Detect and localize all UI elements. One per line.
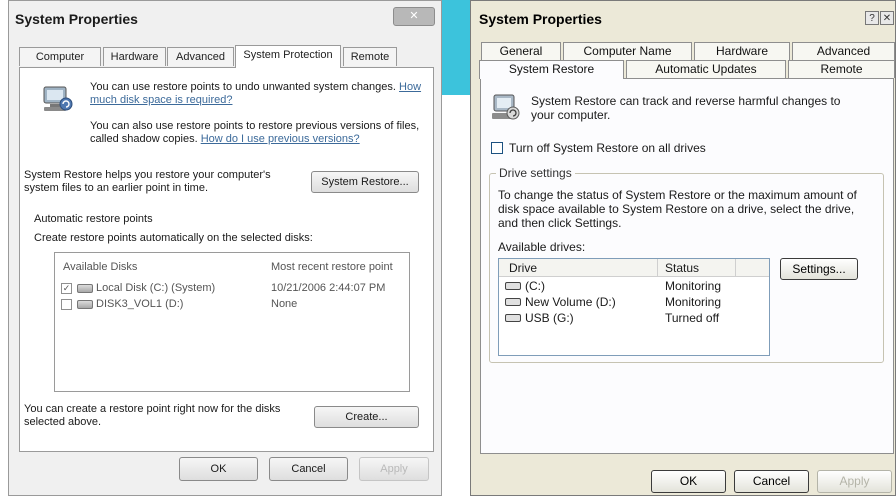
tab-general[interactable]: General: [481, 42, 561, 60]
drive-icon: [77, 300, 93, 309]
cancel-button[interactable]: Cancel: [734, 470, 809, 493]
tab-remote[interactable]: Remote: [788, 60, 895, 78]
system-protection-panel: You can use restore points to undo unwan…: [19, 67, 434, 452]
xp-system-properties-window: System Properties ? ✕ General Computer N…: [470, 0, 896, 496]
drive-name: New Volume (D:): [525, 295, 616, 309]
drive-icon: [77, 284, 93, 293]
close-button[interactable]: ✕: [880, 11, 894, 25]
drive-name: USB (G:): [525, 311, 574, 325]
window-title: System Properties: [15, 11, 138, 27]
turn-off-label: Turn off System Restore on all drives: [509, 141, 706, 155]
tab-system-restore[interactable]: System Restore: [479, 60, 624, 79]
disk-name: DISK3_VOL1 (D:): [96, 298, 184, 310]
apply-button[interactable]: Apply: [359, 457, 429, 481]
help-button[interactable]: ?: [865, 11, 879, 25]
intro-text: You can use restore points to undo unwan…: [90, 81, 396, 93]
available-drives-list[interactable]: Drive Status (C:) Monitoring New Volume …: [498, 258, 770, 356]
column-header-available-disks[interactable]: Available Disks: [63, 261, 137, 273]
drive-settings-group: Drive settings To change the status of S…: [489, 166, 884, 363]
disk-name: Local Disk (C:) (System): [96, 282, 216, 294]
tab-hardware[interactable]: Hardware: [694, 42, 790, 60]
system-restore-button[interactable]: System Restore...: [311, 171, 419, 193]
settings-button[interactable]: Settings...: [780, 258, 858, 280]
tab-computer-name[interactable]: Computer Name: [563, 42, 692, 60]
tab-automatic-updates[interactable]: Automatic Updates: [626, 60, 786, 78]
drive-name: (C:): [525, 279, 545, 293]
drive-row[interactable]: New Volume (D:) Monitoring: [503, 295, 765, 310]
vista-system-properties-window: System Properties ✕ Computer Name Hardwa…: [8, 0, 442, 496]
intro-text: System Restore can track and reverse har…: [531, 94, 841, 122]
tab-computer-name[interactable]: Computer Name: [19, 47, 101, 82]
drive-icon: [505, 298, 521, 306]
system-restore-icon: [40, 84, 74, 114]
intro-paragraph: You can use restore points to undo unwan…: [90, 81, 426, 107]
previous-versions-link[interactable]: How do I use previous versions?: [201, 133, 360, 145]
disk-checkbox[interactable]: [61, 299, 72, 310]
auto-restore-description: Create restore points automatically on t…: [34, 232, 313, 244]
disk-restore-point: 10/21/2006 2:44:07 PM: [271, 282, 386, 294]
disk-checkbox[interactable]: ✓: [61, 283, 72, 294]
disk-restore-point: None: [271, 298, 298, 310]
close-button[interactable]: ✕: [393, 7, 435, 26]
drive-status: Turned off: [665, 311, 720, 325]
ok-button[interactable]: OK: [651, 470, 726, 493]
window-title: System Properties: [479, 11, 602, 27]
tab-remote[interactable]: Remote: [343, 47, 397, 66]
drive-row[interactable]: (C:) Monitoring: [503, 279, 765, 294]
drive-status: Monitoring: [665, 295, 722, 309]
disk-row[interactable]: DISK3_VOL1 (D:) None: [61, 297, 403, 313]
column-header-status[interactable]: Status: [665, 261, 699, 275]
apply-button[interactable]: Apply: [817, 470, 892, 493]
tab-system-protection[interactable]: System Protection: [235, 45, 341, 68]
drive-status: Monitoring: [665, 279, 722, 293]
system-restore-description: System Restore helps you restore your co…: [24, 169, 271, 194]
column-header-drive[interactable]: Drive: [509, 261, 537, 275]
auto-restore-heading: Automatic restore points: [34, 213, 153, 225]
cancel-button[interactable]: Cancel: [269, 457, 348, 481]
shadow-paragraph: You can also use restore points to resto…: [90, 120, 426, 146]
turn-off-checkbox[interactable]: [491, 142, 503, 154]
system-restore-panel: System Restore can track and reverse har…: [480, 78, 894, 454]
drive-list-header: Drive Status: [499, 259, 769, 277]
column-header-restore-point[interactable]: Most recent restore point: [271, 261, 393, 273]
disk-row[interactable]: ✓ Local Disk (C:) (System) 10/21/2006 2:…: [61, 281, 403, 297]
column-divider: [657, 259, 658, 276]
available-disks-list[interactable]: Available Disks Most recent restore poin…: [54, 252, 410, 392]
drive-settings-label: Drive settings: [496, 166, 575, 180]
tab-advanced[interactable]: Advanced: [167, 47, 234, 66]
tab-advanced[interactable]: Advanced: [792, 42, 895, 60]
system-restore-icon: [489, 91, 523, 125]
tab-hardware[interactable]: Hardware: [103, 47, 166, 66]
column-divider: [735, 259, 736, 276]
drive-icon: [505, 314, 521, 322]
drive-settings-description: To change the status of System Restore o…: [498, 188, 857, 230]
drive-icon: [505, 282, 521, 290]
ok-button[interactable]: OK: [179, 457, 258, 481]
available-drives-label: Available drives:: [498, 240, 586, 254]
create-button[interactable]: Create...: [314, 406, 419, 428]
create-description: You can create a restore point right now…: [24, 403, 281, 428]
drive-row[interactable]: USB (G:) Turned off: [503, 311, 765, 326]
